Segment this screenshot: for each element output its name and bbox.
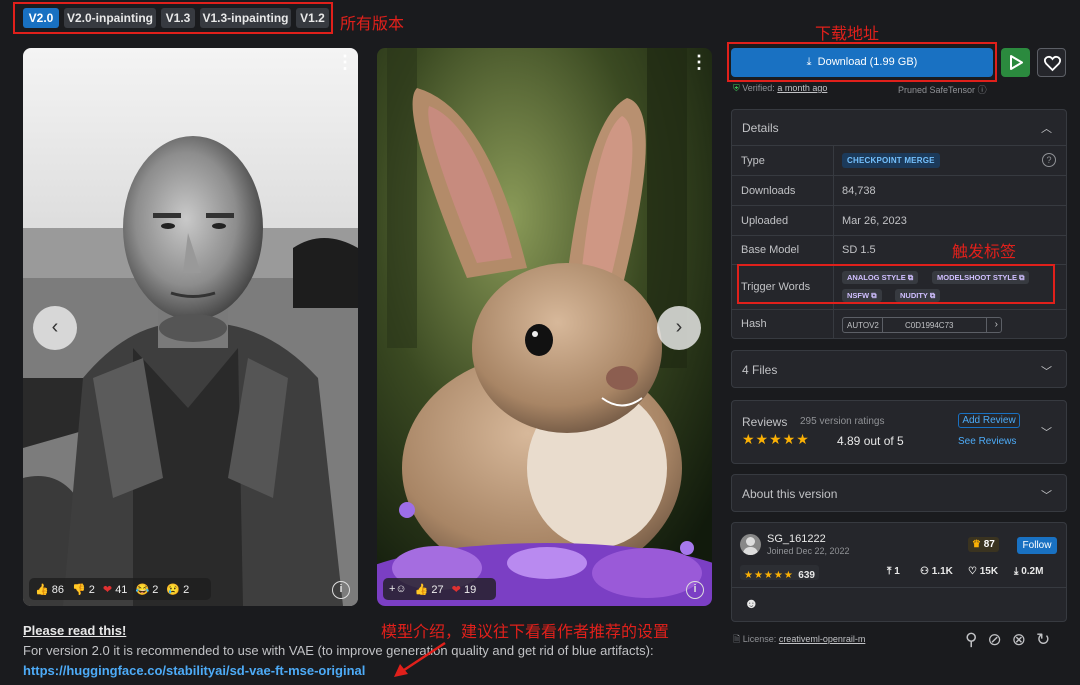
- description-text: For version 2.0 it is recommended to use…: [23, 643, 654, 658]
- versions-annotation: 所有版本: [340, 14, 405, 33]
- pruned-info-icon[interactable]: ⓘ: [978, 85, 987, 95]
- reaction-bar[interactable]: 👍 86 👎 2 ❤ 41 😂 2 😢 2: [29, 578, 211, 600]
- type-help-icon[interactable]: ?: [1042, 153, 1056, 167]
- creator-joined: Joined Dec 22, 2022: [767, 546, 850, 556]
- hash-type-select[interactable]: AUTOV2: [847, 321, 879, 330]
- chevron-down-icon[interactable]: ﹀: [1041, 487, 1052, 503]
- intro-annotation: 模型介绍，建议往下看看作者推荐的设置: [381, 622, 670, 641]
- trigger-annotation: 触发标签: [952, 242, 1017, 261]
- run-button[interactable]: [1001, 48, 1030, 77]
- download-annotation: 下载地址: [815, 24, 880, 43]
- hash-box[interactable]: AUTOV2 C0D1994C73 ›: [842, 317, 1002, 333]
- chevron-down-icon[interactable]: ﹀: [1041, 424, 1052, 440]
- download-icon: ⤓: [806, 56, 812, 68]
- play-icon: [1010, 55, 1023, 70]
- add-review-button[interactable]: Add Review: [958, 413, 1020, 428]
- detail-row-uploaded: Uploaded Mar 26, 2023: [732, 205, 1066, 235]
- user-check-icon: ⚲: [965, 630, 978, 649]
- reaction-laugh[interactable]: 😂 2: [135, 583, 158, 596]
- reaction-like[interactable]: 👍 86: [35, 583, 64, 596]
- intro-arrow-icon: [394, 641, 446, 677]
- version-tab-v2-0[interactable]: V2.0: [23, 8, 59, 28]
- follow-button[interactable]: Follow: [1017, 537, 1057, 554]
- preview-card-portrait[interactable]: ⋮ ‹ 👍 86 👎 2 ❤ 41 😂 2 😢 2 i: [23, 48, 358, 606]
- chevron-down-icon[interactable]: ﹀: [1041, 363, 1052, 379]
- version-tab-v1-3[interactable]: V1.3: [161, 8, 195, 28]
- favorite-button[interactable]: [1037, 48, 1066, 77]
- reaction-cry[interactable]: 😢 2: [166, 583, 189, 596]
- creator-name[interactable]: SG_161222: [767, 533, 826, 545]
- detail-row-hash: Hash AUTOV2 C0D1994C73 ›: [732, 309, 1066, 339]
- image-info-icon[interactable]: i: [332, 581, 350, 599]
- license-icon: 🗎: [733, 634, 741, 644]
- details-panel: Details ︿ Type CHECKPOINT MERGE ? Downlo…: [731, 109, 1067, 339]
- card-menu-icon[interactable]: ⋮: [690, 53, 708, 71]
- license-link[interactable]: creativeml-openrail-m: [779, 634, 866, 644]
- detail-row-downloads: Downloads 84,738: [732, 175, 1066, 205]
- upload-icon: ⤒: [887, 566, 892, 577]
- creator-rank-badge: ♛ 87: [968, 537, 999, 552]
- users-icon: ⚇: [920, 566, 929, 577]
- vae-link[interactable]: https://huggingface.co/stabilityai/sd-va…: [23, 663, 365, 678]
- stat-followers: ⚇ 1.1K: [920, 566, 953, 577]
- stat-downloads: ⤓ 0.2M: [1014, 566, 1044, 577]
- verified-status: ⛨ Verified: a month ago: [733, 83, 828, 93]
- chevron-right-icon[interactable]: ›: [995, 319, 998, 330]
- download-small-icon: ⤓: [1014, 566, 1019, 577]
- permission-icons: ⚲ ⊘ ⊗ ↻: [965, 630, 1065, 654]
- creator-rating: ★★★★★ 639: [740, 565, 819, 581]
- reviews-panel: Reviews 295 version ratings ★★★★★ 4.89 o…: [731, 400, 1067, 464]
- heart-outline-icon: ♡: [968, 566, 977, 577]
- ratings-count: 295 version ratings: [800, 416, 885, 427]
- rating-stars: ★★★★★: [742, 431, 810, 447]
- creator-stars: ★★★★★: [744, 570, 794, 581]
- pruned-label: Pruned SafeTensor ⓘ: [898, 85, 987, 95]
- verified-shield-icon: ⛨: [733, 83, 740, 93]
- reddit-icon[interactable]: ☻: [744, 595, 759, 611]
- reviews-title: Reviews: [742, 415, 788, 429]
- heart-icon: [1043, 55, 1062, 72]
- creator-panel: SG_161222 Joined Dec 22, 2022 ♛ 87 Follo…: [731, 522, 1067, 622]
- image-info-icon[interactable]: i: [686, 581, 704, 599]
- version-tab-v1-3-inpainting[interactable]: V1.3-inpainting: [200, 8, 291, 28]
- reaction-like[interactable]: 👍 27: [415, 583, 444, 596]
- description-title: Please read this!: [23, 623, 127, 638]
- preview-card-rabbit[interactable]: ⋮ › +☺ 👍 27 ❤ 19 i: [377, 48, 712, 606]
- trigger-highlight: [737, 264, 1055, 304]
- carousel-prev-button[interactable]: ‹: [33, 306, 77, 350]
- reaction-heart[interactable]: ❤ 41: [103, 583, 128, 596]
- chevron-up-icon[interactable]: ︿: [1041, 120, 1052, 136]
- crown-icon: ♛: [972, 539, 981, 550]
- stat-uploads: ⤒ 1: [887, 566, 900, 577]
- version-tab-v2-0-inpainting[interactable]: V2.0-inpainting: [64, 8, 156, 28]
- hash-value[interactable]: C0D1994C73: [905, 321, 953, 330]
- stat-likes: ♡ 15K: [968, 566, 999, 577]
- reaction-bar[interactable]: +☺ 👍 27 ❤ 19: [383, 578, 496, 600]
- reaction-heart[interactable]: ❤ 19: [452, 583, 477, 596]
- no-refresh-icon: ↻: [1035, 630, 1051, 649]
- card-menu-icon[interactable]: ⋮: [336, 53, 354, 71]
- files-panel[interactable]: 4 Files ﹀: [731, 350, 1067, 388]
- reaction-dislike[interactable]: 👎 2: [72, 583, 95, 596]
- no-brush-icon: ⊘: [987, 630, 1002, 649]
- download-button[interactable]: ⤓ Download (1.99 GB): [731, 48, 993, 77]
- about-panel[interactable]: About this version ﹀: [731, 474, 1067, 512]
- avatar[interactable]: [740, 534, 761, 555]
- verified-time[interactable]: a month ago: [777, 83, 827, 93]
- type-badge: CHECKPOINT MERGE: [842, 153, 940, 168]
- add-reaction-icon[interactable]: +☺: [389, 583, 407, 595]
- no-cart-icon: ⊗: [1011, 630, 1026, 649]
- license: 🗎 License: creativeml-openrail-m: [733, 634, 866, 644]
- rating-score: 4.89 out of 5: [837, 434, 904, 448]
- carousel-next-button[interactable]: ›: [657, 306, 701, 350]
- detail-row-type: Type CHECKPOINT MERGE ?: [732, 145, 1066, 175]
- see-reviews-link[interactable]: See Reviews: [958, 436, 1016, 447]
- details-title[interactable]: Details: [742, 121, 779, 135]
- version-tab-v1-2[interactable]: V1.2: [296, 8, 329, 28]
